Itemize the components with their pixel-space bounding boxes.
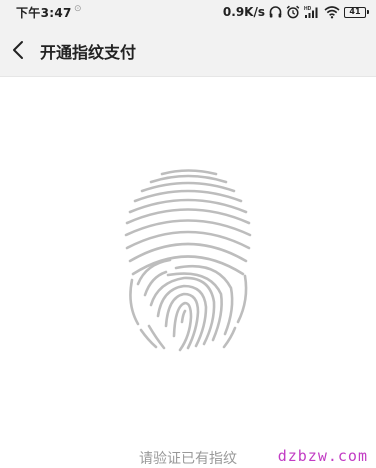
battery-level: 41 <box>349 6 361 16</box>
fingerprint-icon[interactable] <box>118 164 258 354</box>
battery-icon: 41 <box>344 6 369 18</box>
title-bar: 开通指纹支付 <box>0 24 376 76</box>
back-button[interactable] <box>8 36 34 64</box>
status-icons: 0.9K/s HD 41 <box>222 3 369 21</box>
chevron-left-icon <box>13 41 23 59</box>
network-speed: 0.9K/s <box>222 5 265 19</box>
page-title: 开通指纹支付 <box>40 43 137 62</box>
hd-signal-icon: HD <box>304 6 318 18</box>
notification-indicator-icon: ⊙ <box>74 4 82 14</box>
alarm-icon <box>286 5 300 19</box>
svg-text:HD: HD <box>304 6 312 12</box>
header-divider <box>0 76 376 77</box>
watermark: dzbzw.com <box>277 447 368 465</box>
headphones-icon <box>269 6 282 18</box>
wifi-icon <box>324 6 340 19</box>
status-time: 下午3:47 <box>16 6 72 20</box>
status-bar: 下午3:47 ⊙ 0.9K/s HD 41 <box>0 0 376 24</box>
